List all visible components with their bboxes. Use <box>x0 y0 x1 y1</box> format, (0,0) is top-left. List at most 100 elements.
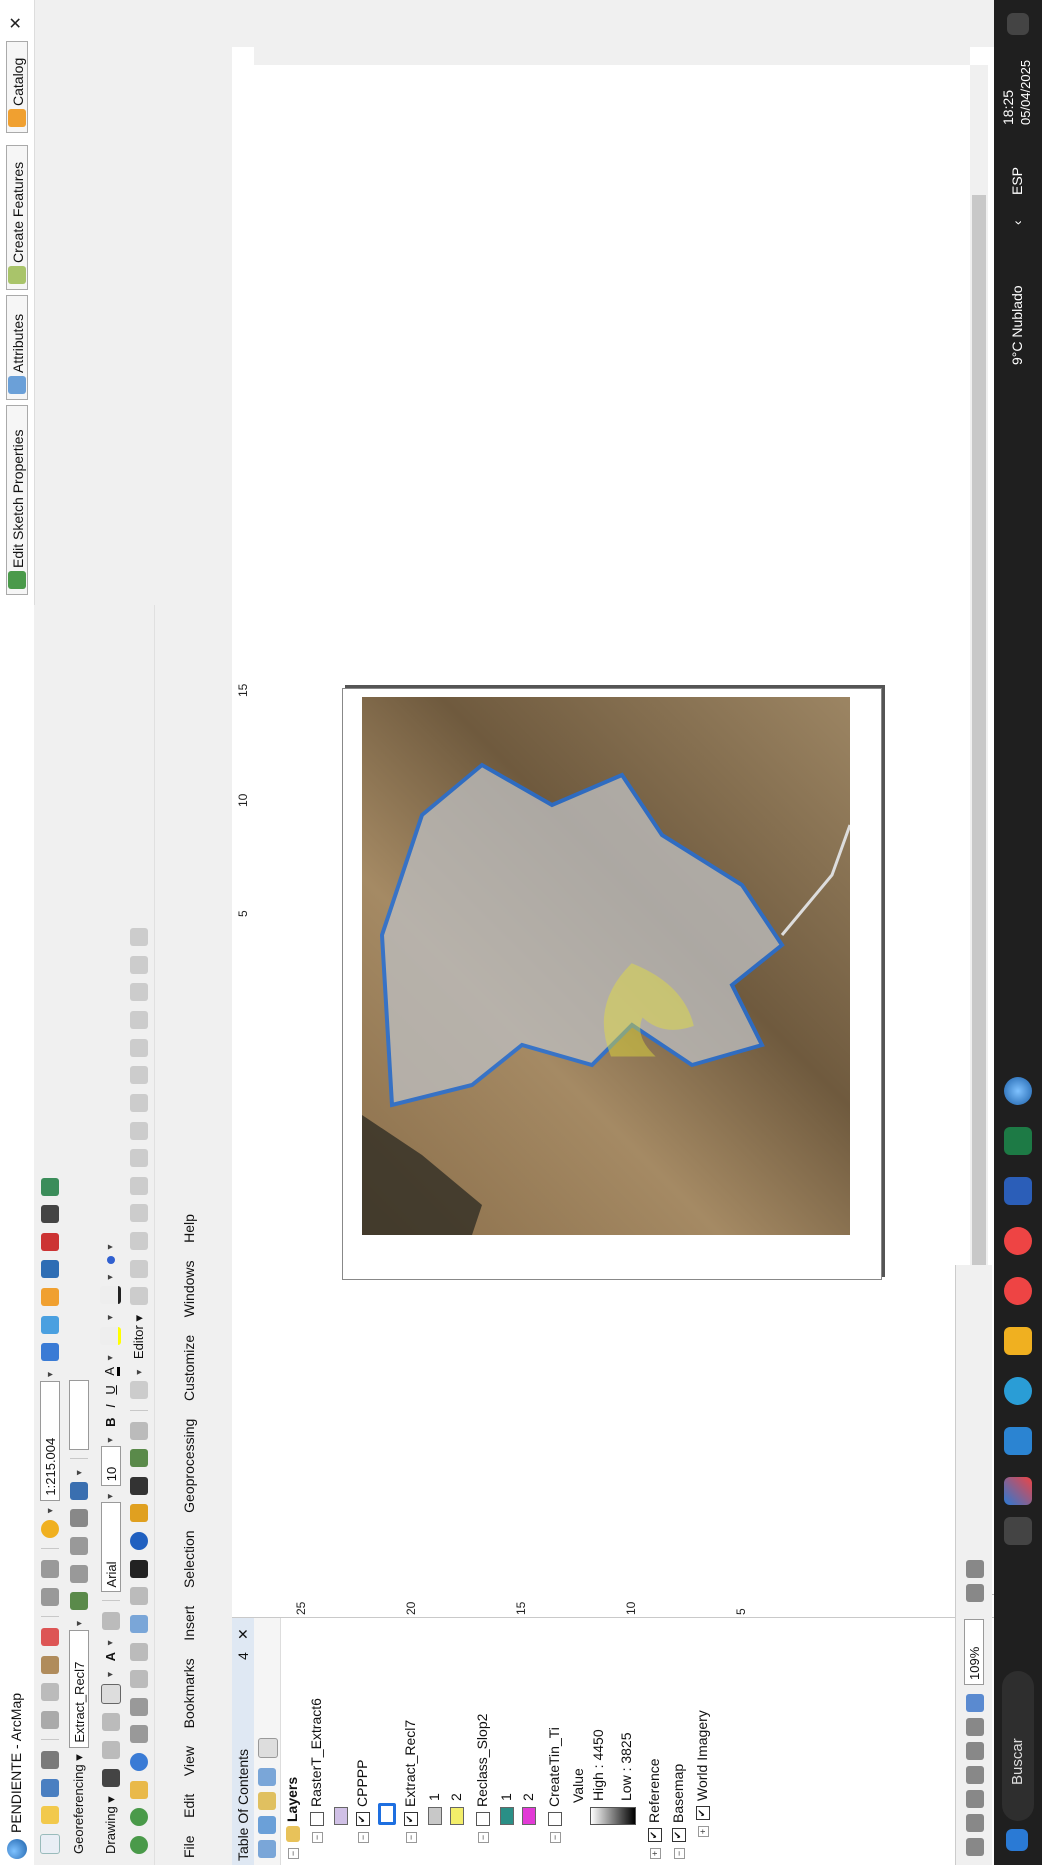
fixed-zoom-in-icon[interactable] <box>130 1725 148 1744</box>
menu-file[interactable]: File <box>178 1828 200 1865</box>
new-document-icon[interactable] <box>40 1834 60 1854</box>
edit-annotation-icon[interactable] <box>130 1259 148 1278</box>
weather-status[interactable]: 9°C Nublado <box>1009 285 1025 365</box>
tray-chevron-icon[interactable]: ‹ <box>1009 220 1025 225</box>
toc-layer-createtin-ti[interactable]: −CreateTin_Ti <box>546 1727 566 1843</box>
open-folder-icon[interactable] <box>41 1806 59 1825</box>
zoom-out-layout-icon[interactable] <box>966 1790 984 1808</box>
point-icon[interactable] <box>130 1149 148 1168</box>
edit-sketch-properties-button[interactable]: Edit Sketch Properties <box>6 405 28 595</box>
menu-windows[interactable]: Windows <box>178 1253 200 1324</box>
menu-customize[interactable]: Customize <box>178 1328 200 1408</box>
drawing-menu[interactable]: Drawing ▾ <box>103 1796 119 1854</box>
undo-icon[interactable] <box>41 1587 59 1606</box>
delete-icon[interactable] <box>41 1628 59 1646</box>
layer-checkbox[interactable] <box>696 1806 711 1820</box>
toc-layer-rastert-extract6[interactable]: −RasterT_Extract6 <box>308 1698 328 1843</box>
menu-view[interactable]: View <box>178 1739 200 1783</box>
line-color-icon[interactable] <box>100 1286 121 1305</box>
list-by-source-icon[interactable] <box>258 1816 276 1834</box>
go-to-xy-icon[interactable] <box>130 1449 148 1468</box>
catalog-icon[interactable] <box>41 1288 59 1307</box>
fixed-zoom-out-icon[interactable] <box>130 1697 148 1716</box>
menu-insert[interactable]: Insert <box>178 1599 200 1648</box>
full-extent-icon[interactable] <box>130 1753 148 1772</box>
font-name-select[interactable]: Arial <box>100 1502 121 1593</box>
menu-geoprocessing[interactable]: Geoprocessing <box>178 1412 200 1520</box>
toc-layer-cpppp[interactable]: −CPPPP <box>354 1760 374 1843</box>
list-by-drawing-order-icon[interactable] <box>258 1840 276 1858</box>
menu-help[interactable]: Help <box>178 1207 200 1250</box>
zoom-in-layout-icon[interactable] <box>966 1814 984 1832</box>
editor-toolbar-icon[interactable] <box>41 1343 59 1362</box>
select-features-icon[interactable] <box>130 1615 148 1633</box>
add-control-points-icon[interactable] <box>70 1592 88 1611</box>
editor-misc-icon[interactable] <box>130 1381 148 1400</box>
rectangle-icon[interactable] <box>100 1683 121 1704</box>
view-link-table-icon[interactable] <box>70 1509 88 1528</box>
expand-icon[interactable]: − <box>405 1832 417 1843</box>
taskbar-search[interactable]: Buscar <box>1002 1671 1034 1821</box>
sketch-properties-icon[interactable] <box>130 955 148 974</box>
editor-menu[interactable]: Editor ▾ <box>131 1315 147 1359</box>
list-by-selection-icon[interactable] <box>258 1768 276 1786</box>
file-explorer-icon[interactable] <box>1004 1327 1032 1355</box>
chrome-icon[interactable] <box>1004 1277 1032 1305</box>
close-button[interactable]: ✕ <box>0 0 34 46</box>
edit-vertices-tool-icon[interactable] <box>130 1121 148 1140</box>
python-window-icon[interactable] <box>41 1205 59 1224</box>
arcmap-taskbar-icon[interactable] <box>1004 1077 1032 1105</box>
search-window-icon[interactable] <box>41 1260 59 1279</box>
layer-checkbox[interactable] <box>404 1812 419 1826</box>
layout-canvas[interactable] <box>254 65 970 1595</box>
edge-icon[interactable] <box>1004 1377 1032 1405</box>
identify-icon[interactable] <box>130 1532 148 1551</box>
excel-icon[interactable] <box>1004 1127 1032 1155</box>
collapse-icon[interactable]: − <box>287 1848 299 1859</box>
data-frame-imagery[interactable] <box>362 697 852 1235</box>
underline-button[interactable]: U <box>103 1385 118 1394</box>
create-features-icon[interactable] <box>130 928 148 947</box>
menu-edit[interactable]: Edit <box>178 1787 200 1825</box>
toggle-draft-icon[interactable] <box>966 1584 984 1602</box>
split-icon[interactable] <box>130 1038 148 1057</box>
word-icon[interactable] <box>1004 1177 1032 1205</box>
fixed-zoom-layout-icon[interactable] <box>966 1718 984 1736</box>
clear-selection-icon[interactable] <box>130 1587 148 1606</box>
toc-layer-basemap[interactable]: −Basemap <box>670 1764 690 1859</box>
layer-checkbox[interactable] <box>648 1828 663 1842</box>
marker-color-icon[interactable] <box>106 1256 115 1265</box>
cut-icon[interactable] <box>41 1710 59 1729</box>
georef-layer-select[interactable]: Extract_Recl7 <box>69 1629 89 1748</box>
edit-vertices-icon[interactable] <box>101 1611 120 1630</box>
arctoolbox-icon[interactable] <box>41 1232 59 1251</box>
georeferencing-menu[interactable]: Georeferencing ▾ <box>71 1754 87 1854</box>
georef-extra-field[interactable] <box>69 1379 89 1450</box>
store-icon[interactable] <box>1004 1427 1032 1455</box>
measure-icon[interactable] <box>130 1421 148 1440</box>
pan-layout-icon[interactable] <box>966 1838 984 1856</box>
layer-checkbox[interactable] <box>356 1812 371 1826</box>
rotate-icon[interactable] <box>70 1537 88 1556</box>
pin-icon[interactable]: 4 <box>235 1652 251 1660</box>
rotate-tool-icon[interactable] <box>130 1011 148 1030</box>
add-data-icon[interactable] <box>41 1519 59 1538</box>
zoom-100-icon[interactable] <box>966 1742 984 1760</box>
go-forward-icon[interactable] <box>130 1642 148 1661</box>
layer-checkbox[interactable] <box>672 1828 687 1842</box>
vertical-scrollbar[interactable] <box>254 47 970 65</box>
reshape-icon[interactable] <box>130 1093 148 1112</box>
modelbuilder-icon[interactable] <box>41 1177 59 1196</box>
chrome-icon-2[interactable] <box>1004 1227 1032 1255</box>
layer-checkbox[interactable] <box>310 1812 325 1826</box>
edit-tool-icon[interactable] <box>130 1287 148 1306</box>
expand-icon[interactable]: − <box>311 1832 323 1843</box>
layer-checkbox[interactable] <box>476 1812 491 1826</box>
expand-icon[interactable]: + <box>697 1826 709 1837</box>
attributes-table-icon[interactable] <box>130 983 148 1002</box>
italic-button[interactable]: I <box>103 1404 118 1408</box>
redo-icon[interactable] <box>41 1560 59 1579</box>
previous-extent-icon[interactable] <box>966 1694 984 1712</box>
toc-layer-reclass-slop2[interactable]: −Reclass_Slop2 <box>474 1714 494 1843</box>
task-view-icon[interactable] <box>1004 1517 1032 1545</box>
